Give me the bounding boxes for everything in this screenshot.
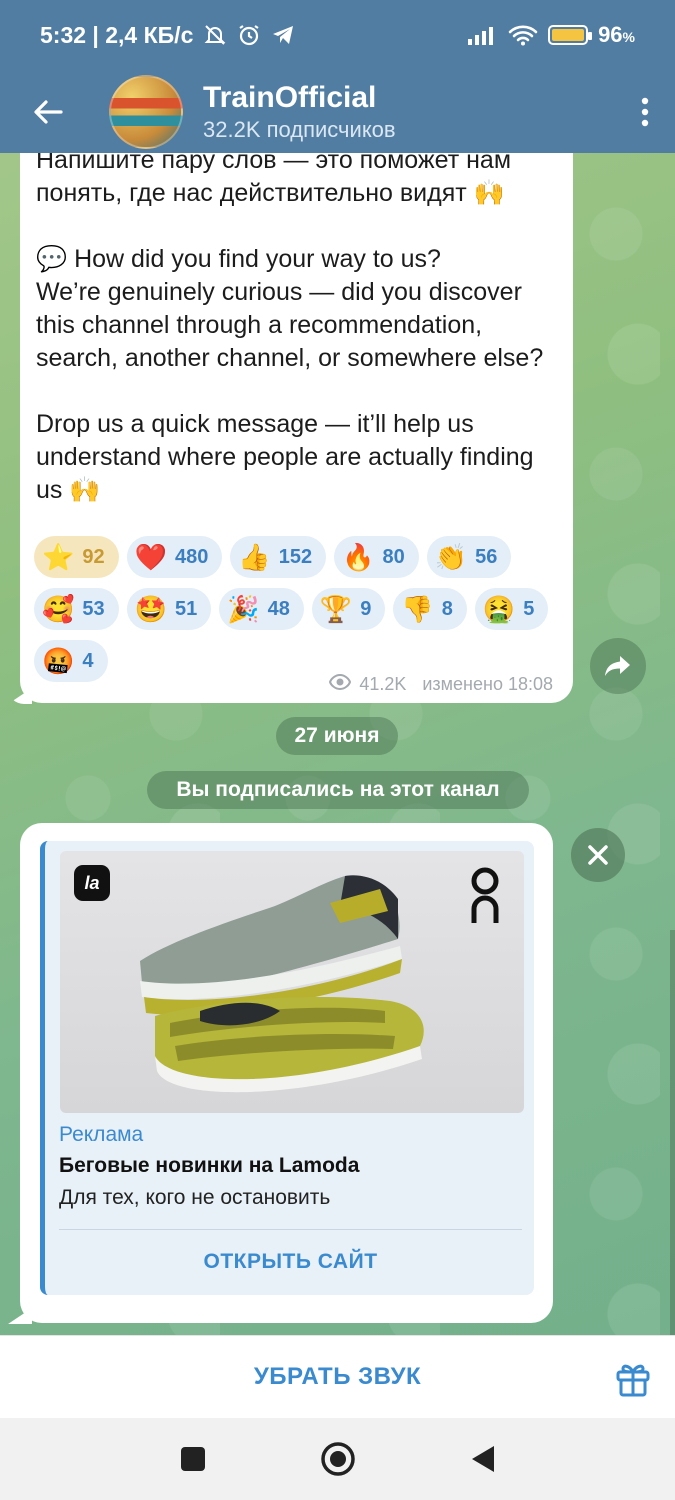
bottom-action-bar: УБРАТЬ ЗВУК bbox=[0, 1335, 675, 1418]
ad-title: Беговые новинки на Lamoda bbox=[59, 1154, 360, 1177]
reaction-chip[interactable]: 🤮 5 bbox=[474, 588, 549, 630]
battery-level: 96% bbox=[598, 22, 635, 47]
reaction-count: 480 bbox=[175, 545, 209, 568]
ad-divider bbox=[59, 1229, 522, 1230]
edited-time: изменено 18:08 bbox=[422, 674, 553, 694]
ad-label: Реклама bbox=[59, 1123, 144, 1146]
channel-avatar[interactable] bbox=[109, 74, 183, 149]
top-app-bar: 5:32 | 2,4 КБ/с 96% TrainOfficial 32.2K … bbox=[0, 0, 675, 153]
reaction-emoji: 🏆 bbox=[319, 594, 353, 624]
reaction-emoji: 🤬 bbox=[42, 646, 75, 676]
reaction-count: 92 bbox=[82, 545, 105, 568]
reaction-chip[interactable]: 🔥 80 bbox=[334, 536, 419, 578]
reaction-count: 48 bbox=[267, 597, 290, 620]
sponsored-message[interactable]: la Реклама Беговые новинки на Lamoda Для… bbox=[20, 823, 553, 1323]
reaction-count: 51 bbox=[175, 597, 198, 620]
chat-header: TrainOfficial 32.2K подписчиков bbox=[0, 70, 675, 153]
views-icon bbox=[329, 673, 352, 695]
date-separator: 27 июня bbox=[276, 717, 398, 755]
reaction-chip[interactable]: 👍 152 bbox=[230, 536, 327, 578]
message-text: Напишите пару слов — это поможет нам пон… bbox=[36, 146, 544, 504]
scrollbar[interactable] bbox=[670, 930, 675, 1335]
square-icon bbox=[180, 1447, 205, 1471]
signal-icon bbox=[468, 25, 498, 45]
reaction-count: 56 bbox=[475, 545, 498, 568]
home-button[interactable] bbox=[318, 1439, 358, 1479]
reaction-emoji: 👏 bbox=[434, 542, 468, 572]
reaction-chip[interactable]: 👎 8 bbox=[393, 588, 467, 630]
close-ad-button[interactable] bbox=[571, 828, 625, 882]
system-navigation-bar bbox=[0, 1418, 675, 1500]
reaction-chip[interactable]: 🏆 9 bbox=[311, 588, 386, 630]
back-button[interactable] bbox=[0, 70, 95, 153]
channel-info[interactable]: TrainOfficial 32.2K подписчиков bbox=[203, 80, 396, 144]
status-bar: 5:32 | 2,4 КБ/с 96% bbox=[0, 0, 675, 70]
gift-icon bbox=[616, 1364, 650, 1397]
battery-icon bbox=[548, 25, 593, 45]
reaction-count: 5 bbox=[523, 597, 535, 620]
reaction-emoji: ❤️ bbox=[134, 542, 167, 572]
reaction-chip[interactable]: ⭐ 92 bbox=[34, 536, 119, 578]
forward-icon bbox=[605, 656, 630, 676]
more-vertical-icon bbox=[641, 97, 649, 126]
status-time: 5:32 | 2,4 КБ/с bbox=[40, 21, 194, 48]
reaction-chip[interactable]: ❤️ 480 bbox=[126, 536, 223, 578]
reaction-emoji: 🎉 bbox=[227, 594, 260, 624]
reaction-emoji: 👎 bbox=[401, 594, 434, 624]
message-meta: 41.2K изменено 18:08 bbox=[329, 673, 553, 695]
reaction-emoji: 🤩 bbox=[134, 594, 167, 624]
recents-button[interactable] bbox=[173, 1439, 213, 1479]
more-options-button[interactable] bbox=[615, 70, 675, 153]
mute-button[interactable]: УБРАТЬ ЗВУК bbox=[254, 1363, 421, 1391]
alarm-icon bbox=[237, 23, 261, 47]
telegram-icon bbox=[271, 24, 295, 46]
reaction-chip[interactable]: 🎉 48 bbox=[219, 588, 304, 630]
arrow-left-icon bbox=[33, 99, 63, 124]
ad-image[interactable]: la bbox=[60, 851, 524, 1113]
ad-card[interactable]: la Реклама Беговые новинки на Lamoda Для… bbox=[40, 841, 534, 1295]
home-circle-icon bbox=[320, 1442, 355, 1476]
gift-button[interactable] bbox=[613, 1358, 653, 1398]
reaction-emoji: ⭐ bbox=[42, 542, 75, 572]
reaction-count: 53 bbox=[82, 597, 105, 620]
wifi-icon bbox=[508, 24, 538, 46]
triangle-back-icon bbox=[471, 1446, 494, 1472]
reaction-chip[interactable]: 🤬 4 bbox=[34, 640, 108, 682]
reaction-emoji: 🥰 bbox=[42, 594, 75, 624]
reaction-chip[interactable]: 🤩 51 bbox=[126, 588, 212, 630]
close-icon bbox=[588, 845, 608, 865]
subscribed-notice: Вы подписались на этот канал bbox=[147, 771, 529, 809]
reaction-emoji: 🔥 bbox=[342, 542, 375, 572]
reactions-list: ⭐ 92 ❤️ 480 👍 152 🔥 80 👏 56 🥰 53 🤩 51 🎉 48 🏆 9 👎 8 🤮 5 🤬 4 bbox=[34, 536, 564, 682]
ad-description: Для тех, кого не остановить bbox=[59, 1186, 331, 1209]
subscriber-count: 32.2K подписчиков bbox=[203, 116, 396, 142]
reaction-emoji: 👍 bbox=[238, 542, 271, 572]
open-site-button[interactable]: ОТКРЫТЬ САЙТ bbox=[59, 1239, 522, 1285]
reaction-count: 80 bbox=[382, 545, 405, 568]
reaction-emoji: 🤮 bbox=[482, 594, 516, 624]
channel-message[interactable]: Напишите пару слов — это поможет нам пон… bbox=[20, 120, 573, 703]
reaction-count: 9 bbox=[360, 597, 372, 620]
reaction-count: 152 bbox=[278, 545, 313, 568]
reaction-count: 8 bbox=[441, 597, 453, 620]
views-count: 41.2K bbox=[359, 674, 407, 694]
reaction-chip[interactable]: 👏 56 bbox=[426, 536, 512, 578]
mute-bell-icon bbox=[203, 23, 227, 47]
channel-title: TrainOfficial bbox=[203, 80, 377, 114]
reaction-chip[interactable]: 🥰 53 bbox=[34, 588, 119, 630]
reaction-count: 4 bbox=[82, 649, 94, 672]
running-shoes-image bbox=[140, 875, 424, 1093]
forward-button[interactable] bbox=[590, 638, 646, 694]
back-nav-button[interactable] bbox=[463, 1439, 503, 1479]
